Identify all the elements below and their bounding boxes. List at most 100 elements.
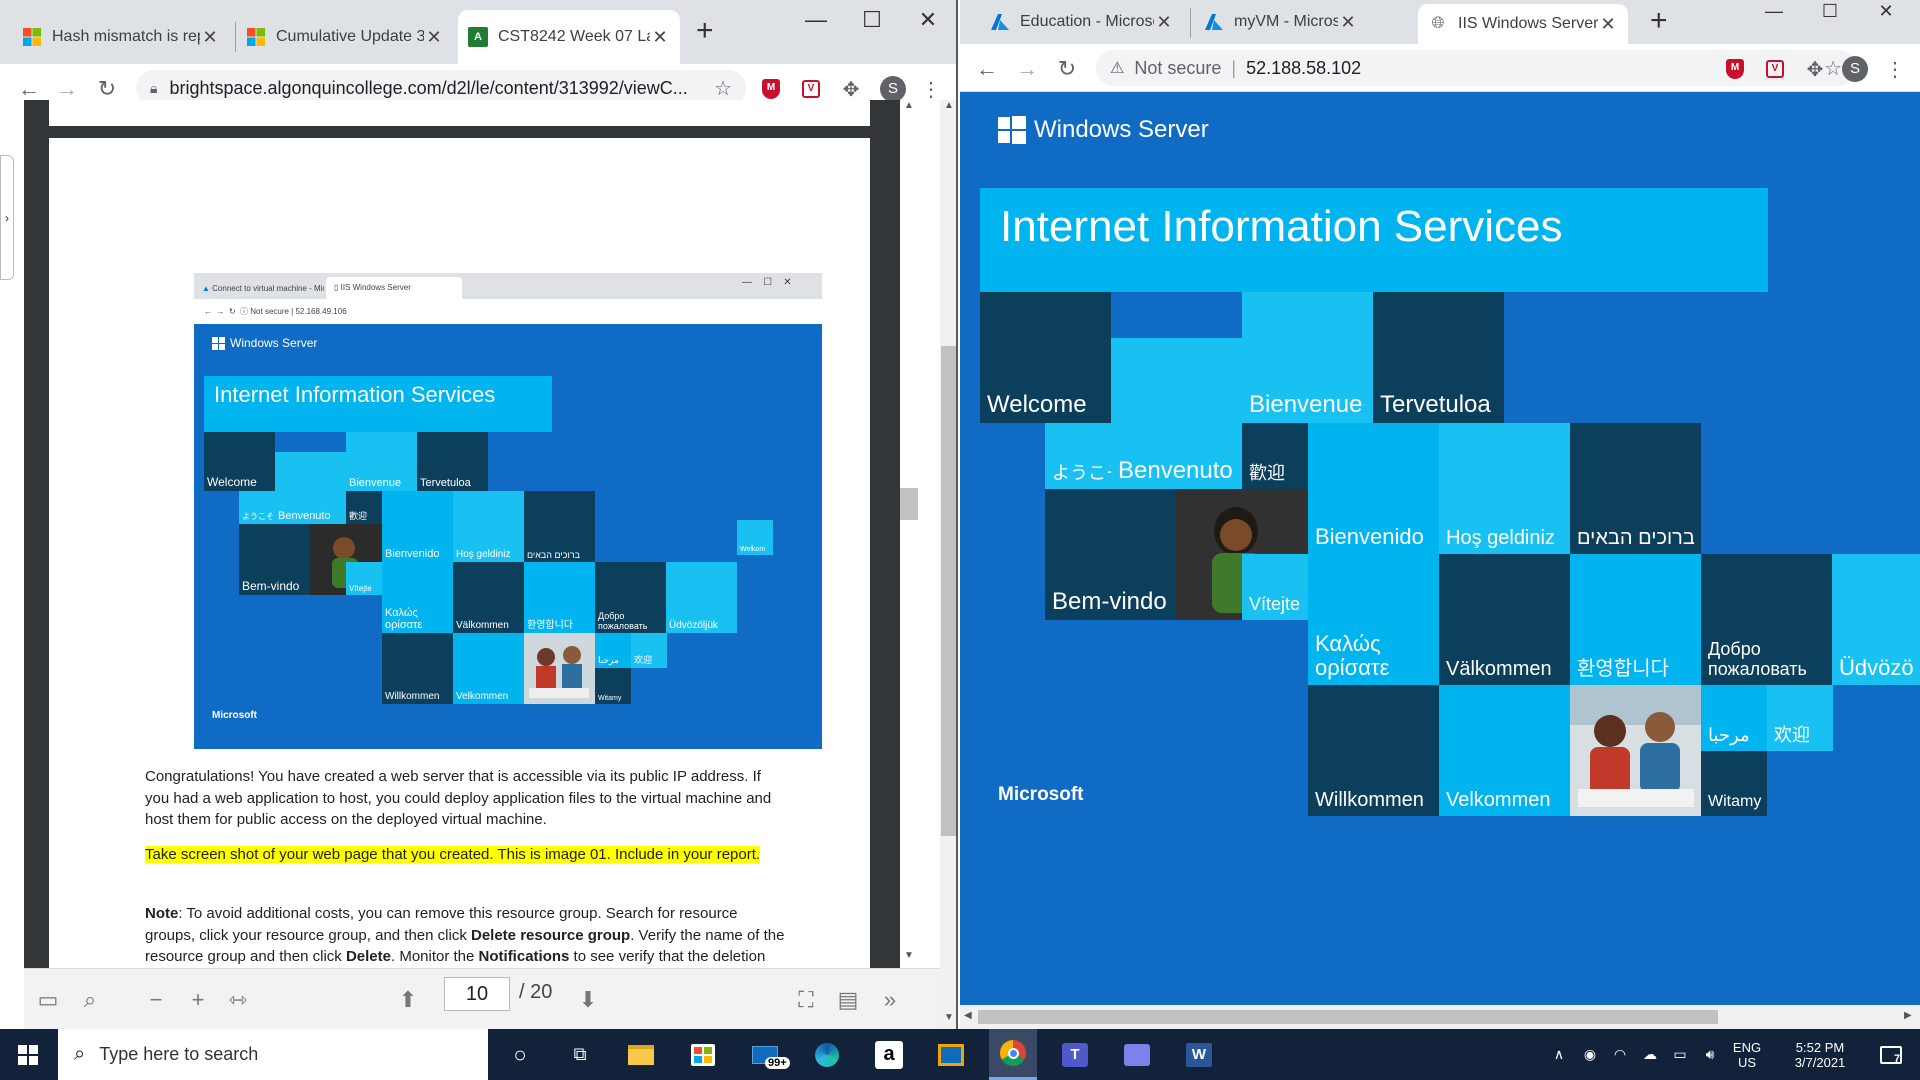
close-tab-icon[interactable]: ✕ [424,27,444,48]
tab-cumulative-update[interactable]: Cumulative Update 3 ✕ [236,10,454,64]
onedrive-icon[interactable]: ☁ [1636,1029,1664,1080]
search-icon[interactable]: ⌕ [76,987,104,1013]
previous-page-arrow-icon[interactable]: ⬆ [394,987,422,1013]
close-tab-icon[interactable]: ✕ [1154,12,1174,33]
scroll-right-arrow-icon[interactable]: ▶ [1904,1010,1912,1021]
word-icon[interactable]: W [1175,1029,1223,1080]
tile-arabic: مرحبا [1701,685,1767,751]
page-number-input[interactable]: 10 [444,977,510,1011]
screenshot-active-tab: ▯ IIS Windows Server [326,277,462,299]
extension-box-icon[interactable]: V [1762,56,1788,82]
close-window-button[interactable]: ✕ [902,2,954,38]
scroll-thumb[interactable] [978,1010,1718,1024]
app-icon[interactable] [1113,1029,1161,1080]
close-window-button[interactable]: ✕ [1860,0,1912,24]
battery-icon[interactable]: ▭ [1666,1029,1694,1080]
new-tab-button[interactable]: + [696,16,714,46]
file-explorer-icon[interactable] [617,1029,665,1080]
mail-icon[interactable]: 99+ [741,1029,790,1080]
photo-two-people [1570,685,1701,816]
extensions-puzzle-icon[interactable]: ✥ [838,76,864,102]
scroll-thumb[interactable] [900,488,918,520]
photo-two-people-icon [524,633,595,704]
s-tile-valkommen: Välkommen [453,562,524,633]
store-icon[interactable] [679,1029,727,1080]
close-tab-icon[interactable]: ✕ [1338,12,1358,33]
tile-hos-geldiniz: Hoş geldiniz [1439,423,1570,554]
horizontal-scrollbar[interactable]: ◀ ▶ [960,1005,1920,1029]
show-hidden-icons-chevron-icon[interactable]: ∧ [1548,1029,1570,1080]
tab-hash-mismatch[interactable]: Hash mismatch is rep ✕ [12,10,230,64]
close-tab-icon[interactable]: ✕ [200,27,220,48]
mcafee-extension-icon[interactable]: M [1722,56,1748,82]
tab-myvm[interactable]: myVM - Microsoft Az ✕ [1194,0,1368,44]
tab-iis-windows-server[interactable]: 🌐︎ IIS Windows Server ✕ [1418,4,1628,44]
avatar[interactable]: S [880,76,906,102]
extensions-puzzle-icon[interactable]: ✥ [1802,56,1828,82]
next-page-arrow-icon[interactable]: ⬇ [574,987,602,1013]
task-view-icon[interactable]: ⧉ [556,1029,604,1080]
scroll-up-arrow-icon[interactable]: ▲ [944,100,954,111]
clock[interactable]: 5:52 PM 3/7/2021 [1774,1029,1866,1080]
tab-cst8242[interactable]: A CST8242 Week 07 La ✕ [458,10,680,64]
scroll-down-arrow-icon[interactable]: ▼ [904,950,914,961]
taskbar-search-box[interactable]: ⌕ Type here to search [58,1029,488,1080]
tab-education-microsoft[interactable]: Education - Microsoft ✕ [980,0,1184,44]
scroll-up-arrow-icon[interactable]: ▲ [904,100,914,111]
sidebar-toggle-icon[interactable]: ▭ [34,987,62,1013]
star-icon[interactable]: ☆ [714,76,732,101]
cortana-icon[interactable]: ○ [496,1029,544,1080]
side-panel-toggle[interactable]: › [0,155,14,280]
tile-hebrew: ברוכים הבאים [1570,423,1701,554]
fit-width-icon[interactable]: ⇿ [224,987,252,1013]
more-tools-icon[interactable]: » [876,987,904,1013]
minimize-button[interactable]: — [790,2,842,38]
avatar[interactable]: S [1842,56,1868,82]
back-arrow-icon[interactable]: ← [972,54,1002,84]
windows-logo-icon [998,116,1026,144]
azure-icon [1204,12,1224,32]
globe-tray-icon[interactable]: ◉ [1576,1029,1604,1080]
reload-icon[interactable]: ↻ [1052,54,1082,84]
notification-center-icon[interactable]: 7 [1868,1029,1914,1080]
download-icon[interactable]: ▤ [834,987,862,1013]
fullscreen-icon[interactable]: ⛶ [792,987,820,1013]
menu-kebab-icon[interactable]: ⋮ [918,76,944,102]
volume-icon[interactable]: 🔊︎ [1696,1029,1724,1080]
start-button[interactable] [4,1029,52,1080]
maximize-button[interactable]: ☐ [846,2,898,38]
chrome-icon[interactable] [989,1029,1037,1080]
outer-scrollbar[interactable]: ▲ ▼ [940,100,956,1029]
screenshot-windows-server-logo: Windows Server [212,336,317,350]
tile-bienvenue: Bienvenue [1242,292,1373,423]
amazon-icon[interactable]: a [865,1029,913,1080]
edge-icon[interactable] [803,1029,851,1080]
maximize-button[interactable]: ☐ [1804,0,1856,24]
iis-welcome-page: Windows Server Internet Information Serv… [960,92,1920,1005]
extension-box-icon[interactable]: V [798,76,824,102]
scroll-thumb[interactable] [941,346,956,836]
zoom-out-icon[interactable]: − [142,987,170,1013]
scroll-left-arrow-icon[interactable]: ◀ [964,1010,972,1021]
forward-arrow-icon[interactable]: → [1012,54,1042,84]
remote-desktop-icon[interactable] [927,1029,975,1080]
tile-witamy: Witamy [1701,751,1767,816]
menu-kebab-icon[interactable]: ⋮ [1882,56,1908,82]
tile-kalos: Καλώς ορίσατε [1308,554,1439,685]
close-tab-icon[interactable]: ✕ [650,27,670,48]
windows-logo-icon [212,336,225,350]
wifi-icon[interactable]: ◠ [1606,1029,1634,1080]
notification-count: 7 [1894,1053,1901,1065]
tile-bem-vindo: Bem-vindo [1045,489,1176,620]
mcafee-extension-icon[interactable]: M [758,76,784,102]
language-indicator[interactable]: ENG US [1728,1029,1766,1080]
new-tab-button[interactable]: + [1650,6,1668,36]
zoom-in-icon[interactable]: + [184,987,212,1013]
search-placeholder: Type here to search [99,1044,259,1064]
minimize-button[interactable]: — [1748,0,1800,24]
s-tile-bienvenue: Bienvenue [346,432,417,491]
scroll-down-arrow-icon[interactable]: ▼ [944,1012,954,1023]
close-tab-icon[interactable]: ✕ [1598,14,1618,35]
teams-icon[interactable]: T [1051,1029,1099,1080]
pdf-page-scrollbar[interactable]: ▲ ▼ [900,100,940,968]
